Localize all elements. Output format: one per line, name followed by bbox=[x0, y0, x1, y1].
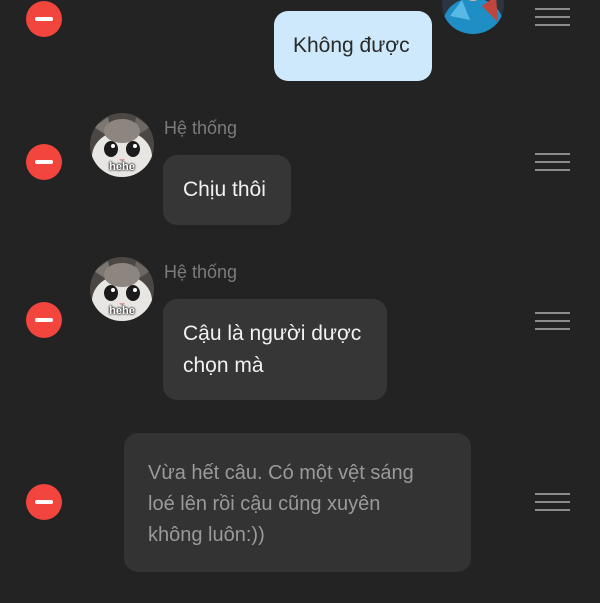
remove-message-button[interactable] bbox=[26, 144, 62, 180]
drag-handle-icon[interactable] bbox=[535, 8, 570, 26]
drag-handle-icon[interactable] bbox=[535, 493, 570, 511]
system-avatar: hehe bbox=[90, 113, 154, 177]
drag-handle-icon[interactable] bbox=[535, 153, 570, 171]
incoming-message-bubble[interactable]: Cậu là người dược chọn mà bbox=[163, 299, 387, 400]
remove-message-button[interactable] bbox=[26, 302, 62, 338]
narration-message-bubble[interactable]: Vừa hết câu. Có một vệt sáng loé lên rồi… bbox=[124, 433, 471, 572]
drag-handle-icon[interactable] bbox=[535, 312, 570, 330]
remove-message-button[interactable] bbox=[26, 484, 62, 520]
remove-message-button[interactable] bbox=[26, 1, 62, 37]
sender-name: Hệ thống bbox=[164, 118, 238, 138]
outgoing-message-bubble[interactable]: Không được bbox=[274, 11, 432, 81]
system-avatar: hehe bbox=[90, 257, 154, 321]
user-avatar bbox=[442, 0, 504, 34]
sender-name: Hệ thống bbox=[164, 262, 238, 282]
avatar-caption: hehe bbox=[109, 161, 135, 173]
avatar-caption: hehe bbox=[109, 305, 135, 317]
incoming-message-bubble[interactable]: Chịu thôi bbox=[163, 155, 291, 225]
